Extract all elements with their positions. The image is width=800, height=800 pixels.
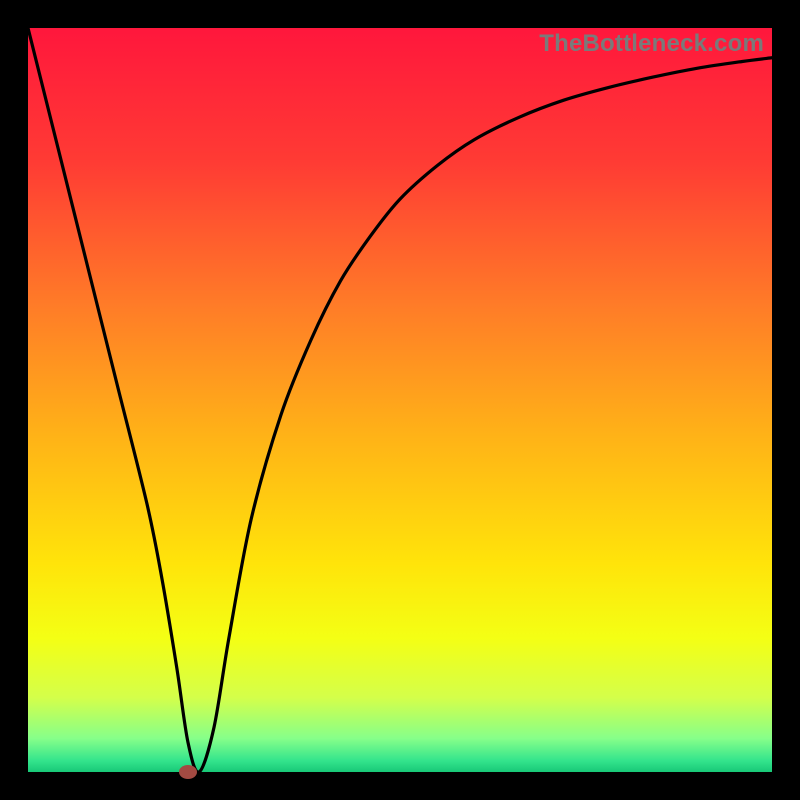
- minimum-marker: [179, 765, 197, 779]
- chart-curves: [28, 28, 772, 772]
- watermark-text: TheBottleneck.com: [539, 30, 764, 58]
- chart-frame: TheBottleneck.com: [28, 28, 772, 772]
- bottleneck-curve: [28, 28, 772, 772]
